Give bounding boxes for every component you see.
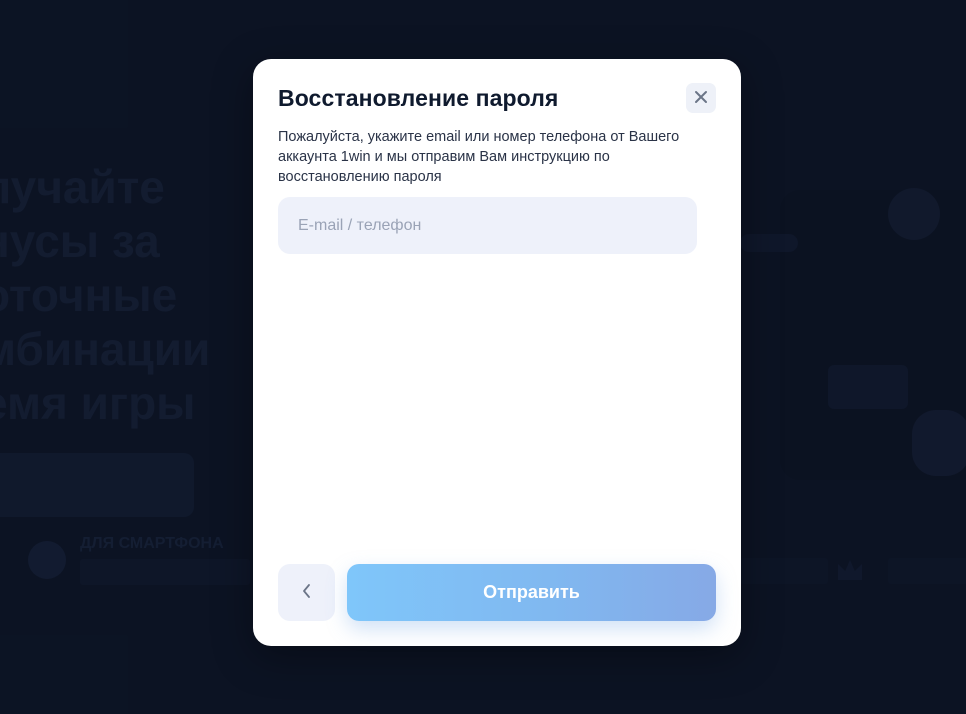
back-button[interactable] <box>278 564 335 621</box>
modal-title: Восстановление пароля <box>278 85 559 111</box>
close-icon <box>694 90 708 107</box>
email-phone-input[interactable] <box>278 197 697 254</box>
password-recovery-modal: Восстановление пароля Пожалуйста, укажит… <box>253 59 741 646</box>
modal-description: Пожалуйста, укажите email или номер теле… <box>278 129 680 185</box>
chevron-left-icon <box>302 583 312 602</box>
submit-button[interactable]: Отправить <box>347 564 716 621</box>
close-button[interactable] <box>686 83 716 113</box>
